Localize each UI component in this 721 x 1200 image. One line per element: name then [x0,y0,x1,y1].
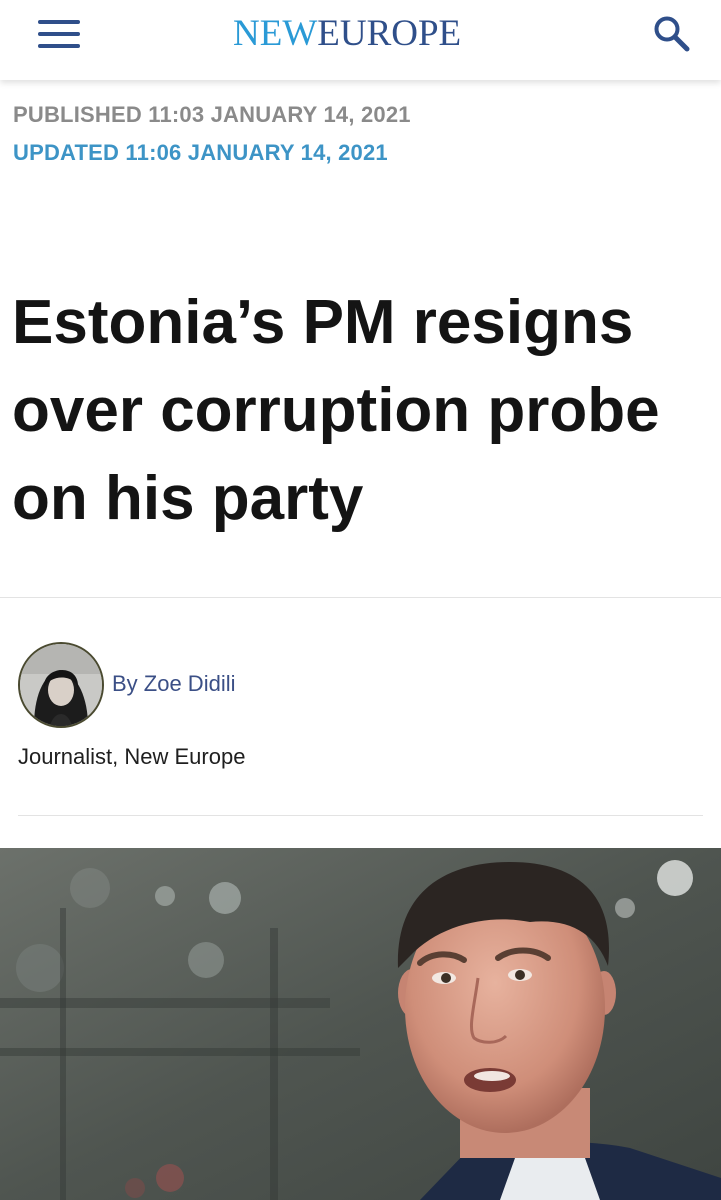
author-avatar[interactable] [18,642,104,728]
updated-timestamp: UPDATED 11:06 JANUARY 14, 2021 [13,140,388,165]
logo-europe-text: EUROPE [317,13,462,54]
article-headline: Estonia’s PM resigns over corruption pro… [12,288,660,533]
search-icon[interactable] [652,14,692,54]
divider [0,597,721,598]
divider [18,815,703,816]
site-logo[interactable]: NEWEUROPE [233,12,461,55]
hero-image [0,848,721,1200]
author-byline-link[interactable]: By Zoe Didili [112,671,235,697]
hamburger-menu-icon[interactable] [38,18,82,52]
author-role: Journalist, New Europe [18,744,246,769]
published-timestamp: PUBLISHED 11:03 JANUARY 14, 2021 [13,102,411,127]
site-header: NEWEUROPE [0,0,721,80]
logo-new-text: NEW [233,13,318,54]
